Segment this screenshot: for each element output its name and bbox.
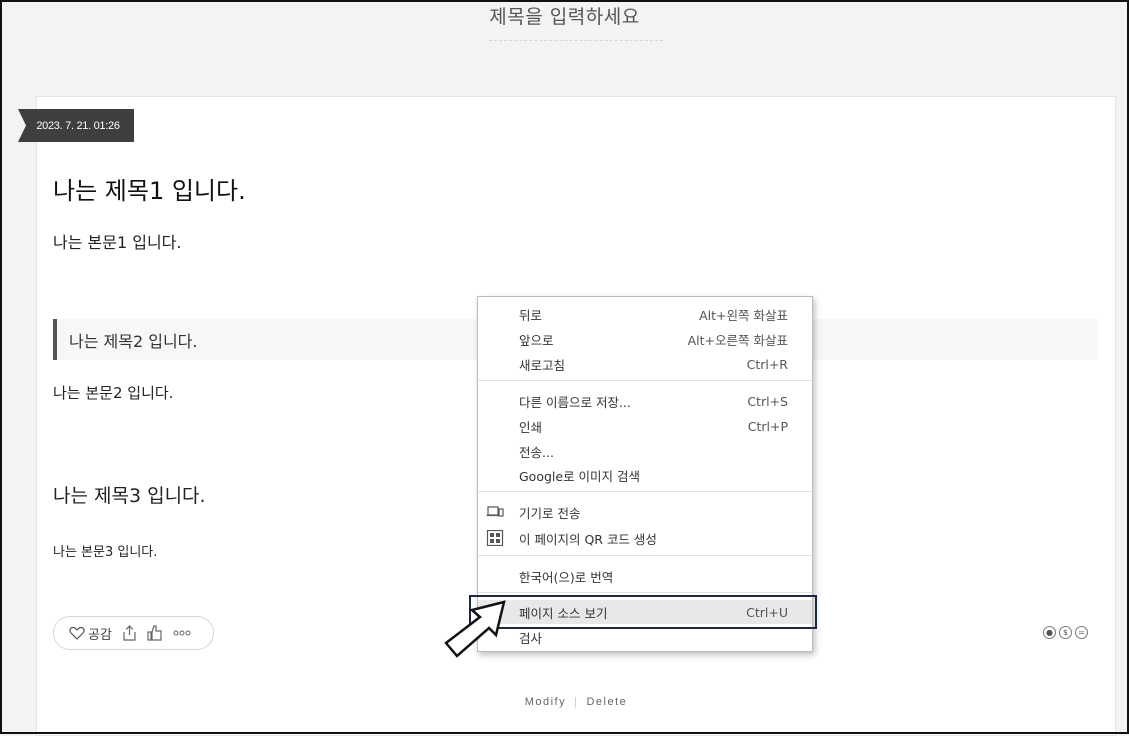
post-admin-links: Modify | Delete bbox=[0, 696, 1129, 708]
menu-item-save-as[interactable]: 다른 이름으로 저장... Ctrl+S bbox=[478, 389, 812, 413]
post-heading-3: 나는 제목3 입니다. bbox=[53, 485, 206, 507]
menu-item-send-to-device[interactable]: 기기로 전송 bbox=[478, 500, 812, 524]
post-paragraph-2: 나는 본문2 입니다. bbox=[53, 384, 174, 402]
menu-item-inspect-label: 검사 bbox=[519, 630, 543, 646]
menu-item-print-label: 인쇄 bbox=[519, 419, 543, 435]
thumbs-up-button[interactable] bbox=[147, 625, 163, 641]
title-underline bbox=[489, 40, 663, 41]
menu-item-google-image-search[interactable]: Google로 이미지 검색 bbox=[478, 463, 812, 487]
post-heading-1: 나는 제목1 입니다. bbox=[53, 177, 246, 205]
menu-item-forward-shortcut: Alt+오른쪽 화살표 bbox=[687, 332, 788, 348]
share-icon bbox=[123, 625, 136, 641]
device-send-icon bbox=[486, 506, 504, 517]
menu-item-translate[interactable]: 한국어(으)로 번역 bbox=[478, 564, 812, 588]
menu-item-save-as-label: 다른 이름으로 저장... bbox=[519, 394, 631, 410]
menu-item-google-image-search-label: Google로 이미지 검색 bbox=[519, 468, 641, 484]
thumbs-up-icon bbox=[147, 625, 162, 641]
menu-separator bbox=[478, 380, 812, 381]
post-paragraph-3: 나는 본문3 입니다. bbox=[53, 545, 158, 560]
post-date-ribbon: 2023. 7. 21. 01:26 bbox=[18, 109, 134, 142]
modify-link[interactable]: Modify bbox=[525, 696, 566, 708]
menu-item-reload[interactable]: 새로고침 Ctrl+R bbox=[478, 352, 812, 376]
menu-item-cast[interactable]: 전송... bbox=[478, 439, 812, 463]
menu-item-translate-label: 한국어(으)로 번역 bbox=[519, 569, 614, 585]
blog-title[interactable]: 제목을 입력하세요 bbox=[0, 2, 1129, 29]
menu-item-back-shortcut: Alt+왼쪽 화살표 bbox=[699, 307, 788, 323]
menu-item-reload-shortcut: Ctrl+R bbox=[746, 356, 788, 372]
menu-item-back-label: 뒤로 bbox=[519, 307, 543, 323]
view-source-highlight-box bbox=[469, 595, 817, 629]
post-heading-2: 나는 제목2 입니다. bbox=[69, 331, 198, 351]
heart-outline-icon bbox=[69, 626, 85, 640]
menu-item-forward[interactable]: 앞으로 Alt+오른쪽 화살표 bbox=[478, 327, 812, 351]
menu-item-print-shortcut: Ctrl+P bbox=[747, 418, 788, 434]
license-icons: ● $ = bbox=[1043, 626, 1088, 639]
cc-nc-icon: $ bbox=[1059, 626, 1072, 639]
menu-item-back[interactable]: 뒤로 Alt+왼쪽 화살표 bbox=[478, 302, 812, 326]
menu-item-save-as-shortcut: Ctrl+S bbox=[747, 393, 788, 409]
cc-by-icon: ● bbox=[1043, 626, 1056, 639]
menu-item-print[interactable]: 인쇄 Ctrl+P bbox=[478, 414, 812, 438]
menu-separator bbox=[478, 592, 812, 593]
share-button[interactable] bbox=[122, 625, 137, 641]
qr-code-icon bbox=[486, 530, 504, 546]
menu-item-forward-label: 앞으로 bbox=[519, 332, 554, 348]
like-button[interactable]: 공감 bbox=[69, 624, 112, 643]
menu-item-qr-code-label: 이 페이지의 QR 코드 생성 bbox=[519, 531, 657, 547]
menu-separator bbox=[478, 491, 812, 492]
menu-item-reload-label: 새로고침 bbox=[519, 357, 566, 373]
reaction-bar: 공감 bbox=[53, 616, 214, 650]
menu-item-qr-code[interactable]: 이 페이지의 QR 코드 생성 bbox=[478, 526, 812, 550]
more-button[interactable] bbox=[173, 630, 191, 636]
admin-links-separator: | bbox=[574, 696, 579, 708]
cc-nd-icon: = bbox=[1075, 626, 1088, 639]
menu-item-cast-label: 전송... bbox=[519, 444, 554, 460]
post-paragraph-1: 나는 본문1 입니다. bbox=[53, 233, 182, 252]
menu-item-send-to-device-label: 기기로 전송 bbox=[519, 505, 581, 521]
like-label: 공감 bbox=[88, 627, 112, 643]
menu-separator bbox=[478, 555, 812, 556]
pointer-arrow-icon bbox=[444, 600, 506, 658]
more-dots-icon bbox=[173, 630, 191, 636]
delete-link[interactable]: Delete bbox=[586, 696, 627, 708]
